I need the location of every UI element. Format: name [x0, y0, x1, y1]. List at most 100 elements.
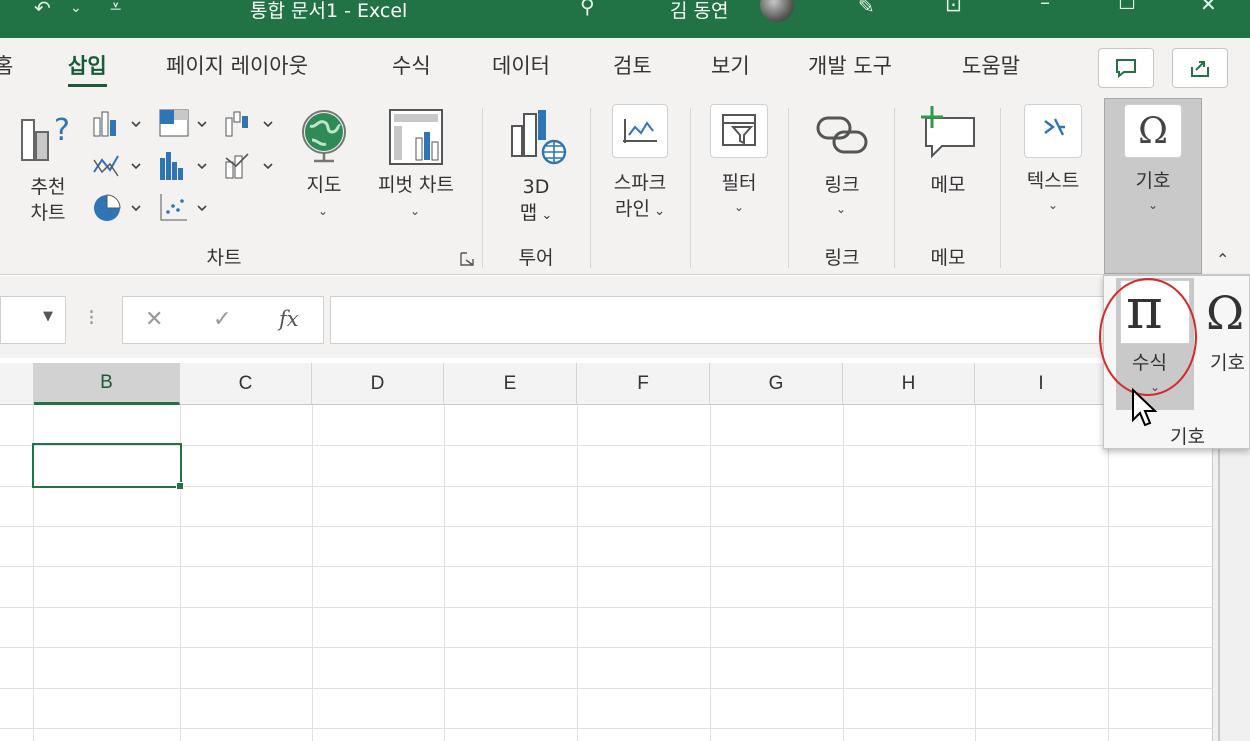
formula-bar-grip[interactable]: ⁝: [88, 306, 95, 331]
column-header-b[interactable]: B: [34, 363, 180, 405]
tour-group-label: 투어: [518, 247, 554, 269]
group-separator: [894, 108, 895, 268]
omega-icon: Ω: [1138, 110, 1168, 152]
tab-view[interactable]: 보기: [711, 52, 750, 80]
tab-home[interactable]: 홈: [0, 52, 13, 80]
gridline: [577, 405, 578, 741]
tab-help[interactable]: 도움말: [962, 52, 1020, 80]
minimize-icon[interactable]: –: [1040, 0, 1050, 12]
3d-map-label[interactable]: 3D 맵 ⌄: [508, 174, 564, 229]
enter-icon[interactable]: ✓: [213, 307, 231, 332]
user-name[interactable]: 김 동연: [670, 0, 728, 22]
link-label[interactable]: 링크: [812, 172, 872, 198]
tab-developer[interactable]: 개발 도구: [808, 52, 892, 80]
column-header-e[interactable]: E: [444, 363, 577, 405]
symbols-group-label: 기호: [1170, 426, 1205, 448]
line-chart-icon[interactable]: [92, 150, 144, 182]
memo-label[interactable]: 메모: [918, 172, 978, 198]
column-header-c[interactable]: C: [180, 363, 312, 405]
search-icon[interactable]: ⚲: [580, 0, 595, 16]
sparkline-button-box[interactable]: [612, 104, 668, 158]
pivot-chart-label[interactable]: 피벗 차트: [364, 172, 468, 198]
filter-chevron-icon[interactable]: ⌄: [734, 200, 744, 214]
fill-handle[interactable]: [176, 482, 184, 490]
gridline: [0, 526, 1212, 527]
pivot-chart-chevron-icon[interactable]: ⌄: [410, 204, 420, 218]
undo-icon[interactable]: ↶: [34, 0, 51, 18]
column-header-h[interactable]: H: [843, 363, 975, 405]
tab-page-layout[interactable]: 페이지 레이아웃: [166, 52, 308, 80]
pivot-chart-icon[interactable]: [388, 108, 444, 166]
column-header-f[interactable]: F: [577, 363, 710, 405]
group-separator: [690, 108, 691, 268]
filter-label[interactable]: 필터: [708, 170, 770, 196]
dropdown-chevron-icon[interactable]: ⌄: [70, 0, 82, 18]
comments-button[interactable]: [1098, 48, 1154, 88]
pie-chart-icon[interactable]: [92, 192, 144, 224]
maps-label[interactable]: 지도: [292, 172, 356, 198]
sparkline-label[interactable]: 스파크 라인 ⌄: [598, 170, 682, 225]
close-icon[interactable]: ✕: [1200, 0, 1217, 14]
maximize-icon[interactable]: ☐: [1118, 0, 1136, 12]
avatar[interactable]: [760, 0, 794, 22]
symbols-icon-box: Ω: [1124, 104, 1182, 158]
symbols-chevron-icon[interactable]: ⌄: [1148, 198, 1158, 212]
name-box[interactable]: ▼: [0, 296, 66, 344]
group-separator: [482, 108, 483, 268]
customize-quick-access-icon[interactable]: ⩡: [110, 0, 121, 16]
waterfall-chart-icon[interactable]: [224, 108, 276, 140]
3d-map-icon[interactable]: [508, 108, 568, 166]
combo-chart-icon[interactable]: [224, 150, 276, 182]
column-chart-icon[interactable]: [92, 108, 144, 140]
gridline: [0, 566, 1212, 567]
link-chevron-icon[interactable]: ⌄: [836, 202, 846, 216]
ribbon-tabs: 홈 삽입 페이지 레이아웃 수식 데이터 검토 보기 개발 도구 도움말: [0, 38, 1250, 98]
collapse-ribbon-icon[interactable]: ⌃: [1216, 250, 1229, 269]
column-header-i[interactable]: I: [975, 363, 1108, 405]
filter-icon: [722, 114, 756, 146]
globe-icon[interactable]: [300, 108, 348, 164]
tab-data[interactable]: 데이터: [492, 52, 550, 80]
comment-icon: [1116, 59, 1136, 78]
new-comment-icon[interactable]: [918, 106, 978, 164]
group-separator: [1000, 108, 1001, 268]
comments-group-label: 메모: [930, 247, 966, 269]
dialog-launcher-icon[interactable]: [460, 252, 474, 266]
scatter-chart-icon[interactable]: [158, 192, 210, 224]
text-button-box[interactable]: [1024, 104, 1082, 158]
cancel-icon[interactable]: ✕: [145, 307, 163, 332]
mouse-cursor-icon: [1132, 388, 1158, 427]
selected-cell[interactable]: [32, 443, 182, 488]
worksheet-grid[interactable]: [0, 358, 1250, 741]
filter-button-box[interactable]: [710, 104, 768, 158]
symbol-label[interactable]: 기호: [1210, 348, 1245, 375]
text-label[interactable]: 텍스트: [1012, 168, 1094, 194]
name-box-dropdown-icon[interactable]: ▼: [43, 309, 53, 324]
gridline: [0, 728, 1212, 729]
pen-icon[interactable]: ✎: [858, 0, 875, 16]
symbol-icon[interactable]: Ω: [1206, 278, 1244, 348]
tab-insert[interactable]: 삽입: [68, 52, 107, 87]
link-icon[interactable]: [814, 112, 870, 158]
recommended-charts-label[interactable]: 추천 차트: [18, 174, 78, 226]
gridline: [975, 405, 976, 741]
corner-select-all[interactable]: [0, 363, 34, 405]
ribbon-display-options-icon[interactable]: ⊡: [945, 0, 962, 14]
formula-input[interactable]: [330, 296, 1106, 344]
gridline: [843, 405, 844, 741]
share-button[interactable]: [1172, 48, 1228, 88]
column-header-g[interactable]: G: [710, 363, 843, 405]
column-header-d[interactable]: D: [312, 363, 444, 405]
hierarchy-chart-icon[interactable]: [158, 108, 210, 140]
maps-chevron-icon[interactable]: ⌄: [318, 204, 328, 218]
title-bar: ↶ ⌄ ⩡ 통합 문서1 - Excel ⚲ 김 동연 ✎ ⊡ – ☐ ✕: [0, 0, 1250, 38]
tab-formulas[interactable]: 수식: [392, 52, 431, 80]
tab-review[interactable]: 검토: [613, 52, 652, 80]
recommended-charts-icon[interactable]: ?: [20, 110, 76, 162]
statistic-chart-icon[interactable]: [158, 150, 210, 182]
text-chevron-icon[interactable]: ⌄: [1048, 198, 1058, 212]
symbols-label[interactable]: 기호: [1122, 168, 1184, 194]
excel-window: ↶ ⌄ ⩡ 통합 문서1 - Excel ⚲ 김 동연 ✎ ⊡ – ☐ ✕ 홈 …: [0, 0, 1250, 741]
insert-function-icon[interactable]: fx: [279, 307, 299, 331]
share-icon: [1191, 61, 1209, 77]
